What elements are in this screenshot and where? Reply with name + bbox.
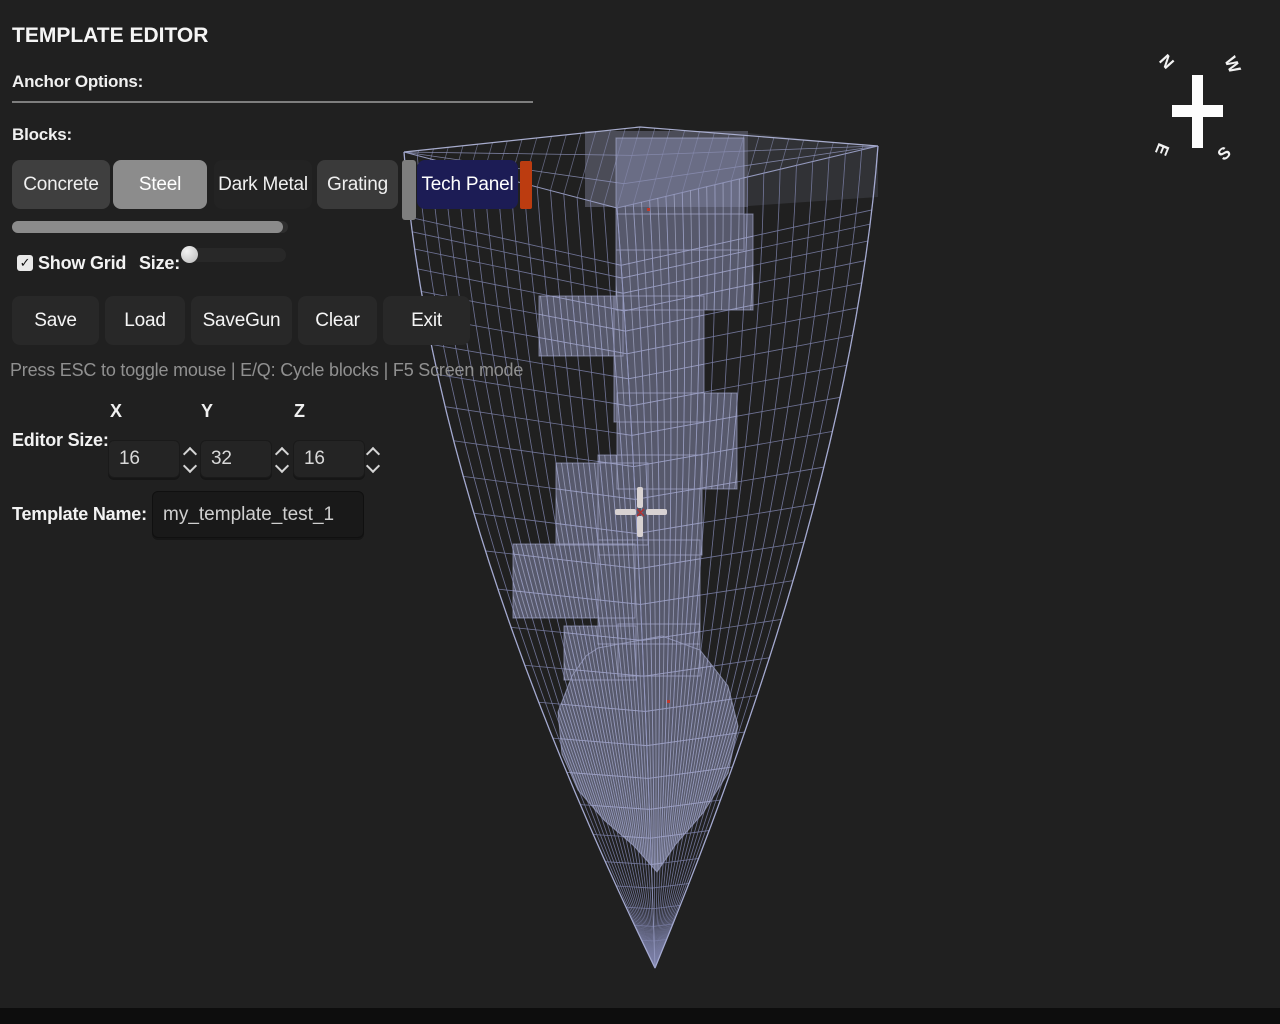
- clear-button[interactable]: Clear: [298, 296, 377, 345]
- blocks-label: Blocks:: [12, 125, 73, 144]
- editor-size-x-field[interactable]: 16: [108, 440, 180, 478]
- editor-size-label: Editor Size:: [12, 430, 109, 450]
- save-button[interactable]: Save: [12, 296, 99, 345]
- block-button-partial[interactable]: [402, 160, 416, 220]
- block-color-indicator: [520, 161, 532, 209]
- load-button[interactable]: Load: [105, 296, 185, 345]
- block-button-steel[interactable]: Steel: [113, 160, 207, 209]
- block-button-tech-panel[interactable]: Tech Panel: [417, 160, 518, 209]
- block-button-concrete[interactable]: Concrete: [12, 160, 110, 209]
- size-slider-knob[interactable]: [181, 246, 198, 263]
- editor-size-z-field[interactable]: 16: [293, 440, 365, 478]
- block-button-dark-metal[interactable]: Dark Metal: [214, 160, 312, 209]
- page-title: TEMPLATE EDITOR: [12, 24, 209, 47]
- size-label: Size:: [139, 253, 181, 273]
- anchor-options-label: Anchor Options:: [12, 72, 144, 91]
- template-name-label: Template Name:: [12, 504, 147, 524]
- show-grid-checkbox[interactable]: ✓: [17, 255, 33, 271]
- show-grid-label: Show Grid: [38, 253, 127, 273]
- compass-cross-icon: [1172, 105, 1223, 117]
- divider: [12, 101, 533, 103]
- exit-button[interactable]: Exit: [383, 296, 470, 345]
- template-name-input[interactable]: [152, 491, 364, 538]
- y-axis-label: Y: [201, 401, 213, 421]
- savegun-button[interactable]: SaveGun: [191, 296, 292, 345]
- x-axis-label: X: [110, 401, 122, 421]
- editor-size-y-field[interactable]: 32: [200, 440, 272, 478]
- block-scrollbar-thumb[interactable]: [12, 221, 283, 233]
- help-text: Press ESC to toggle mouse | E/Q: Cycle b…: [10, 360, 524, 380]
- block-button-grating[interactable]: Grating: [317, 160, 398, 209]
- bottom-bar: [0, 1008, 1280, 1024]
- z-axis-label: Z: [294, 401, 305, 421]
- template-editor-screen: TEMPLATE EDITOR Anchor Options: Blocks: …: [0, 0, 1280, 1024]
